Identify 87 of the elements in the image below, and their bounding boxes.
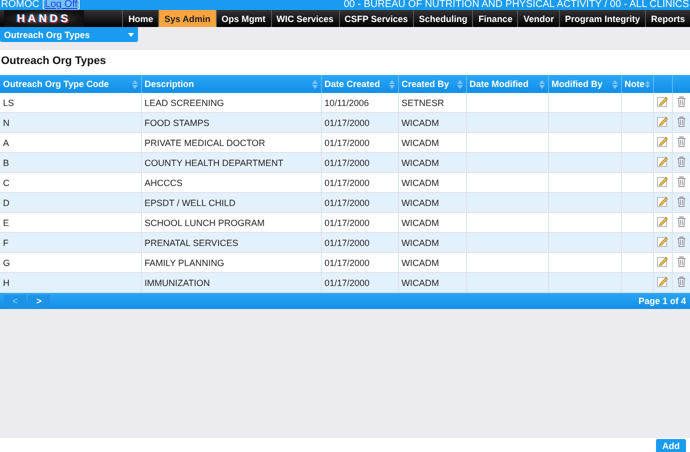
table-cell: WICADM [402, 118, 439, 128]
table-cell: FOOD STAMPS [144, 118, 210, 128]
edit-icon[interactable] [657, 276, 668, 287]
table-cell: LEAD SCREENING [144, 98, 224, 108]
next-page-button[interactable]: > [28, 295, 50, 307]
table-cell: H [3, 278, 10, 288]
table-cell: B [3, 158, 10, 168]
table-cell: N [3, 118, 10, 128]
table-cell: F [3, 238, 8, 248]
clinic-context: 00 - BUREAU OF NUTRITION AND PHYSICAL ACTIVITY / 00 - ALL CLINICS [344, 0, 689, 10]
trash-icon[interactable] [676, 276, 686, 287]
nav-tab[interactable]: WIC Services [270, 10, 339, 27]
user-status: ROMOC [Log Off] [1, 0, 80, 10]
table-cell: 01/17/2000 [324, 118, 370, 128]
table-cell: WICADM [402, 138, 439, 148]
table-cell: EPSDT / WELL CHILD [144, 198, 236, 208]
table-cell: WICADM [402, 178, 439, 188]
nav-tab[interactable]: Reports [644, 10, 690, 27]
table-cell: IMMUNIZATION [144, 278, 210, 288]
table-cell: 01/17/2000 [324, 258, 370, 268]
table-cell: 01/17/2000 [324, 198, 370, 208]
table-cell: 01/17/2000 [324, 278, 370, 288]
table-cell: A [3, 138, 10, 148]
logo: HANDS [4, 10, 84, 27]
nav-tab[interactable]: Ops Mgmt [216, 10, 271, 27]
table-cell: 01/17/2000 [324, 158, 370, 168]
trash-icon[interactable] [676, 96, 686, 107]
trash-icon[interactable] [676, 236, 686, 247]
sort-icon[interactable] [312, 80, 318, 88]
table-cell: WICADM [402, 258, 439, 268]
table-cell: 01/17/2000 [324, 238, 370, 248]
trash-icon[interactable] [676, 116, 686, 127]
nav-tab[interactable]: Sys Admin [158, 10, 216, 27]
log-off-link[interactable]: Log Off [44, 0, 78, 10]
trash-icon[interactable] [676, 176, 686, 187]
sort-icon[interactable] [612, 80, 618, 88]
table-cell: WICADM [402, 198, 439, 208]
page-status: Page 1 of 4 [638, 296, 686, 306]
table-cell: WICADM [402, 158, 439, 168]
trash-icon[interactable] [676, 156, 686, 167]
table-cell: 01/17/2000 [324, 178, 370, 188]
add-button[interactable]: Add [656, 439, 686, 452]
sort-icon[interactable] [132, 80, 138, 88]
trash-icon[interactable] [676, 216, 686, 227]
page-title: Outreach Org Types [0, 50, 690, 71]
table-cell: LS [3, 98, 14, 108]
sort-icon[interactable] [456, 80, 462, 88]
table-cell: E [3, 218, 10, 228]
nav-tab[interactable]: Program Integrity [558, 10, 645, 27]
table-cell: C [3, 178, 10, 188]
edit-icon[interactable] [657, 176, 668, 187]
edit-icon[interactable] [657, 196, 668, 207]
table-cell: SCHOOL LUNCH PROGRAM [144, 218, 265, 228]
nav-tab[interactable]: Vendor [517, 10, 559, 27]
page-dropdown[interactable]: Outreach Org Types [0, 27, 138, 42]
trash-icon[interactable] [676, 136, 686, 147]
trash-icon[interactable] [676, 256, 686, 267]
table-cell: AHCCCS [144, 178, 183, 188]
edit-icon[interactable] [657, 96, 668, 107]
nav-tab[interactable]: Finance [472, 10, 518, 27]
trash-icon[interactable] [676, 196, 686, 207]
table-cell: 01/17/2000 [324, 138, 370, 148]
nav-tab[interactable]: CSFP Services [338, 10, 413, 27]
table-cell: G [3, 258, 10, 268]
table-cell: PRIVATE MEDICAL DOCTOR [144, 138, 266, 148]
table-cell: 01/17/2000 [324, 218, 370, 228]
nav-tab[interactable]: Scheduling [412, 10, 472, 27]
table-cell: COUNTY HEALTH DEPARTMENT [144, 158, 284, 168]
edit-icon[interactable] [657, 236, 668, 247]
table-cell: FAMILY PLANNING [144, 258, 224, 268]
table-cell: SETNESR [402, 98, 444, 108]
edit-icon[interactable] [657, 216, 668, 227]
edit-icon[interactable] [657, 136, 668, 147]
table-cell: 10/11/2006 [324, 98, 369, 108]
sort-icon[interactable] [388, 80, 394, 88]
table-cell: WICADM [402, 238, 439, 248]
table-cell: PRENATAL SERVICES [144, 238, 238, 248]
column-header[interactable]: Description [144, 79, 194, 89]
sort-icon[interactable] [644, 80, 650, 88]
sort-icon[interactable] [538, 80, 544, 88]
edit-icon[interactable] [657, 156, 668, 167]
edit-icon[interactable] [657, 256, 668, 267]
table-cell: D [3, 198, 10, 208]
table-cell: WICADM [402, 278, 439, 288]
caret-icon [128, 32, 134, 36]
table-cell: WICADM [402, 218, 439, 228]
edit-icon[interactable] [657, 116, 668, 127]
